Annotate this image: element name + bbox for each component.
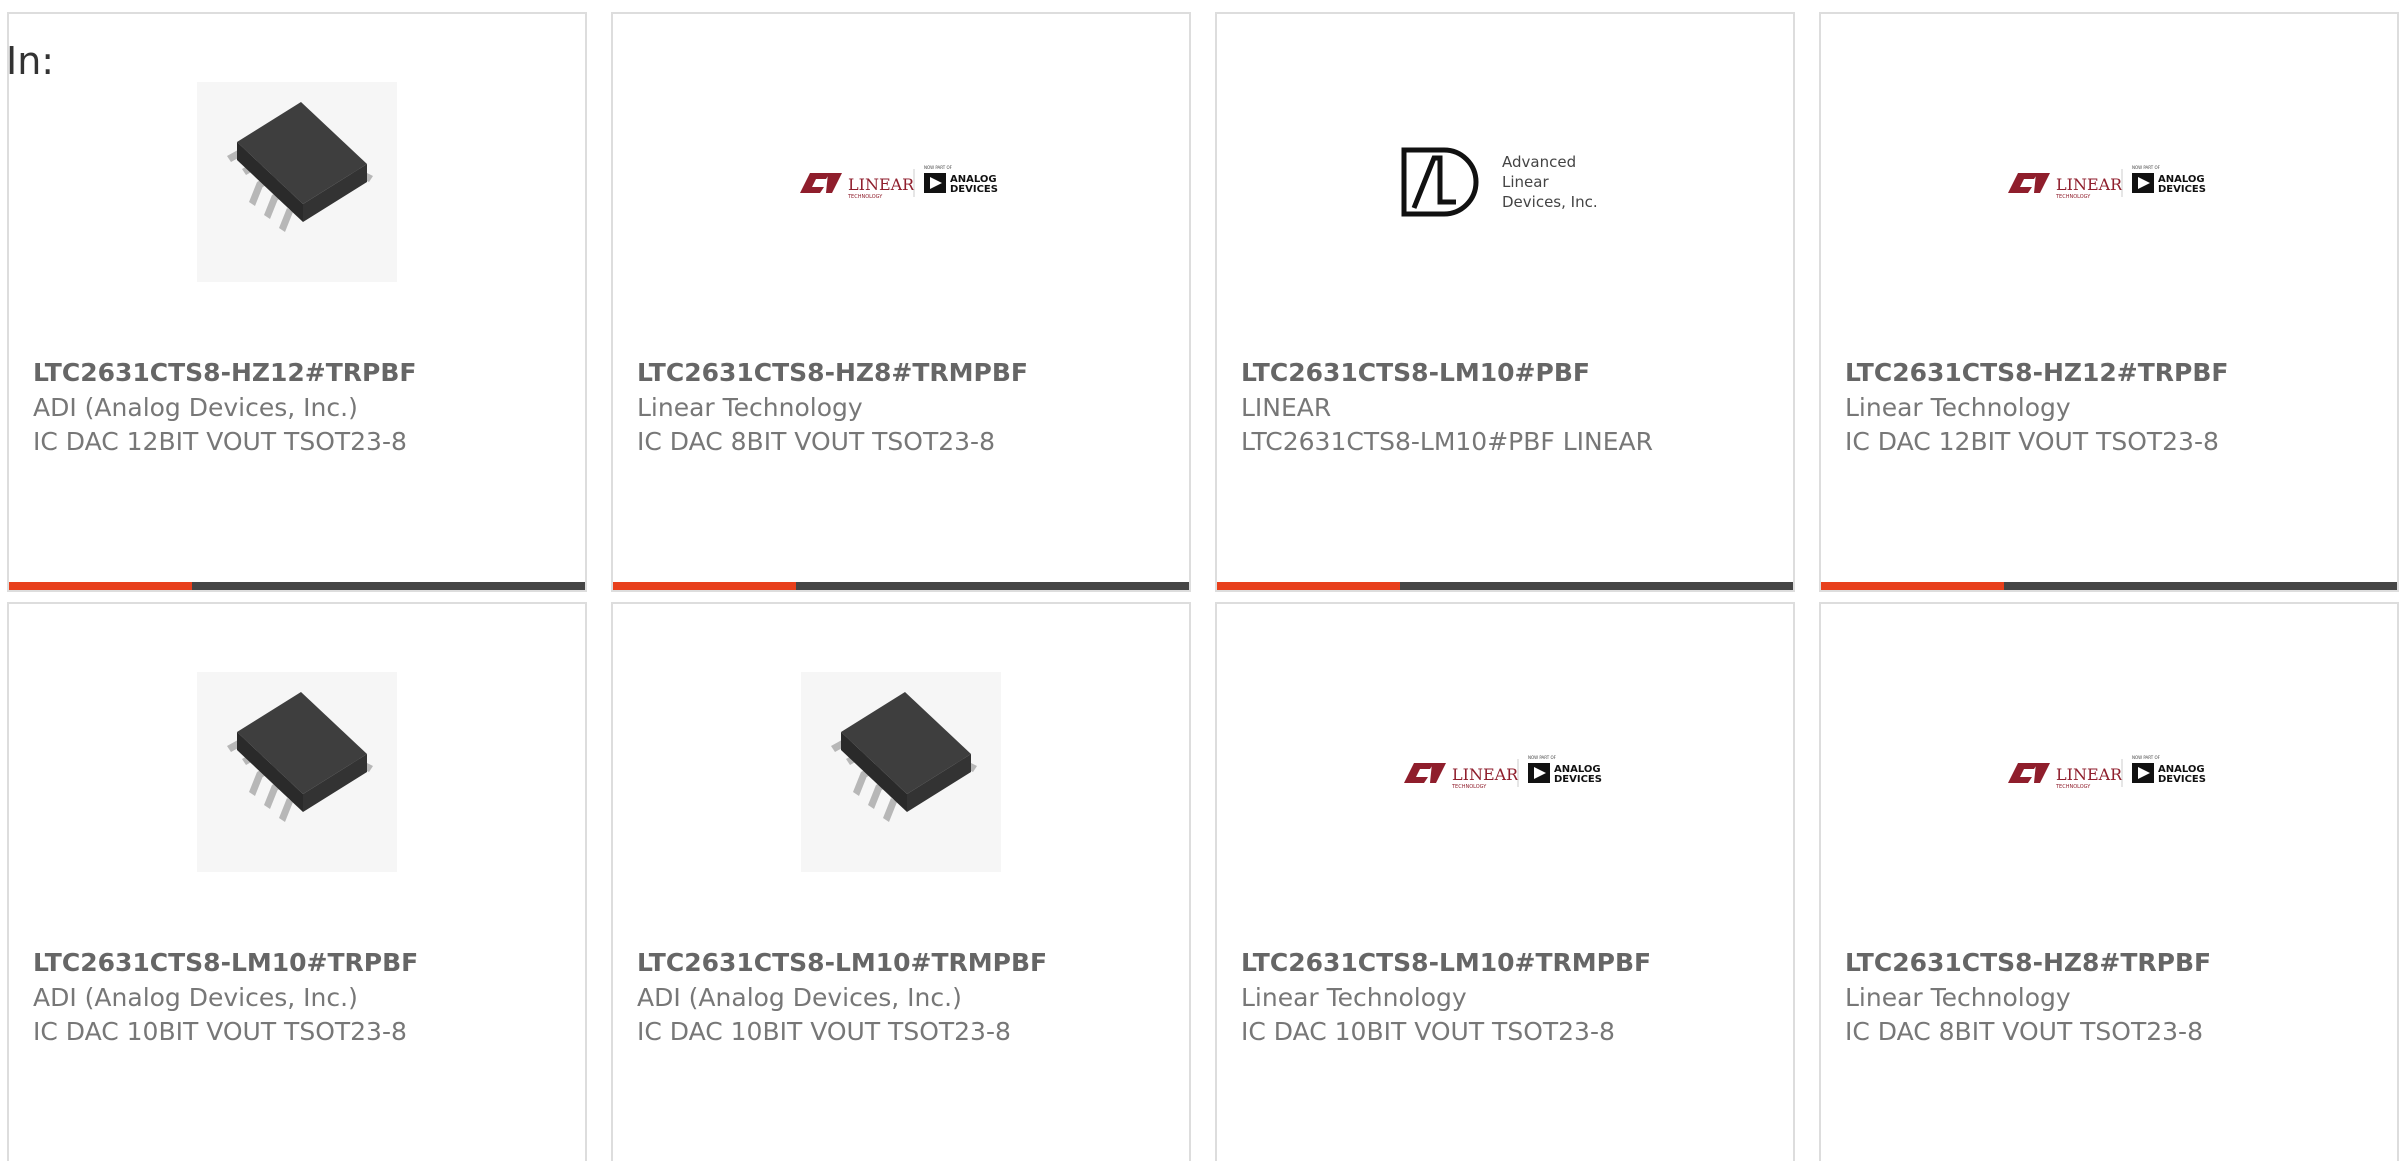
product-image [613,672,1189,872]
svg-text:DEVICES: DEVICES [2158,774,2206,785]
product-card[interactable]: Advanced Linear Devices, Inc. LTC2631CTS… [1215,12,1795,592]
manufacturer: Linear Technology [1845,983,2071,1012]
part-number[interactable]: LTC2631CTS8-LM10#PBF [1241,358,1590,387]
product-card[interactable]: LINEAR TECHNOLOGY NOW PART OF ANALOG DEV… [1819,12,2399,592]
product-card[interactable]: LTC2631CTS8-LM10#TRMPBF ADI (Analog Devi… [611,602,1191,1161]
product-image: LINEAR TECHNOLOGY NOW PART OF ANALOG DEV… [1217,672,1793,872]
svg-text:LINEAR: LINEAR [2056,765,2123,784]
product-card[interactable]: LINEAR TECHNOLOGY NOW PART OF ANALOG DEV… [611,12,1191,592]
linear-analog-logo: LINEAR TECHNOLOGY NOW PART OF ANALOG DEV… [2008,165,2206,200]
manufacturer: Linear Technology [1845,393,2071,422]
manufacturer: Linear Technology [637,393,863,422]
part-number[interactable]: LTC2631CTS8-LM10#TRPBF [33,948,418,977]
filter-label: In: [6,39,55,83]
part-number[interactable]: LTC2631CTS8-LM10#TRMPBF [1241,948,1651,977]
manufacturer: ADI (Analog Devices, Inc.) [637,983,962,1012]
svg-text:Linear: Linear [1502,173,1549,191]
part-number[interactable]: LTC2631CTS8-HZ8#TRPBF [1845,948,2211,977]
svg-text:LINEAR: LINEAR [848,175,915,194]
description: IC DAC 8BIT VOUT TSOT23-8 [1845,1017,2203,1046]
product-card[interactable]: LINEAR TECHNOLOGY NOW PART OF ANALOG DEV… [1819,602,2399,1161]
product-card[interactable]: LTC2631CTS8-HZ12#TRPBF ADI (Analog Devic… [7,12,587,592]
svg-text:Devices, Inc.: Devices, Inc. [1502,193,1598,211]
manufacturer: LINEAR [1241,393,1332,422]
product-image: LINEAR TECHNOLOGY NOW PART OF ANALOG DEV… [613,82,1189,282]
svg-text:LINEAR: LINEAR [1452,765,1519,784]
product-card[interactable]: LINEAR TECHNOLOGY NOW PART OF ANALOG DEV… [1215,602,1795,1161]
ic-chip-image [197,82,397,282]
svg-text:NOW PART OF: NOW PART OF [2132,755,2161,760]
description: IC DAC 8BIT VOUT TSOT23-8 [637,427,995,456]
card-progress-bar [9,582,585,590]
description: IC DAC 10BIT VOUT TSOT23-8 [33,1017,407,1046]
ic-chip-image [801,672,1001,872]
svg-text:DEVICES: DEVICES [950,184,998,195]
svg-text:Advanced: Advanced [1502,153,1576,171]
part-number[interactable]: LTC2631CTS8-HZ12#TRPBF [33,358,417,387]
svg-text:DEVICES: DEVICES [1554,774,1602,785]
svg-text:LINEAR: LINEAR [2056,175,2123,194]
product-image: Advanced Linear Devices, Inc. [1217,82,1793,282]
product-results-page: In: LTC2631CTS8-HZ12#TRPBF ADI (Analog D… [0,0,2400,1161]
product-card[interactable]: LTC2631CTS8-LM10#TRPBF ADI (Analog Devic… [7,602,587,1161]
card-progress-bar [613,582,1189,590]
svg-text:TECHNOLOGY: TECHNOLOGY [1451,784,1487,790]
description: IC DAC 12BIT VOUT TSOT23-8 [1845,427,2219,456]
linear-analog-logo: LINEAR TECHNOLOGY NOW PART OF ANALOG DEV… [2008,755,2206,790]
description: LTC2631CTS8-LM10#PBF LINEAR [1241,427,1653,456]
part-number[interactable]: LTC2631CTS8-HZ12#TRPBF [1845,358,2229,387]
linear-analog-logo: LINEAR TECHNOLOGY NOW PART OF ANALOG DEV… [1404,755,1602,790]
part-number[interactable]: LTC2631CTS8-HZ8#TRMPBF [637,358,1028,387]
svg-text:DEVICES: DEVICES [2158,184,2206,195]
product-image [9,672,585,872]
ic-chip-image [197,672,397,872]
product-image: LINEAR TECHNOLOGY NOW PART OF ANALOG DEV… [1821,82,2397,282]
ald-logo: Advanced Linear Devices, Inc. [1401,147,1598,217]
svg-text:TECHNOLOGY: TECHNOLOGY [847,194,883,200]
manufacturer: Linear Technology [1241,983,1467,1012]
manufacturer: ADI (Analog Devices, Inc.) [33,983,358,1012]
description: IC DAC 12BIT VOUT TSOT23-8 [33,427,407,456]
manufacturer: ADI (Analog Devices, Inc.) [33,393,358,422]
card-progress-bar [1217,582,1793,590]
product-image [9,82,585,282]
svg-text:TECHNOLOGY: TECHNOLOGY [2055,194,2091,200]
card-progress-bar [1821,582,2397,590]
part-number[interactable]: LTC2631CTS8-LM10#TRMPBF [637,948,1047,977]
product-image: LINEAR TECHNOLOGY NOW PART OF ANALOG DEV… [1821,672,2397,872]
svg-text:NOW PART OF: NOW PART OF [2132,165,2161,170]
linear-analog-logo: LINEAR TECHNOLOGY NOW PART OF ANALOG DEV… [800,165,998,200]
svg-text:NOW PART OF: NOW PART OF [924,165,953,170]
description: IC DAC 10BIT VOUT TSOT23-8 [1241,1017,1615,1046]
svg-text:NOW PART OF: NOW PART OF [1528,755,1557,760]
svg-text:TECHNOLOGY: TECHNOLOGY [2055,784,2091,790]
description: IC DAC 10BIT VOUT TSOT23-8 [637,1017,1011,1046]
